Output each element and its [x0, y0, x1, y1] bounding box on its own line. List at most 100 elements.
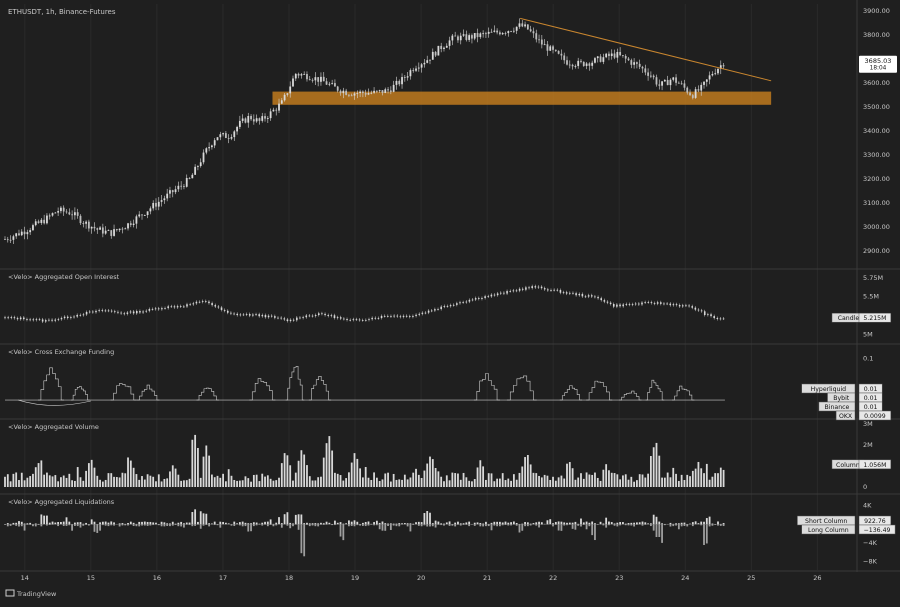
oi-body-39	[127, 313, 129, 314]
oi-body-152	[481, 298, 483, 299]
candle-body-155	[437, 46, 439, 56]
long-liq-bar-168	[474, 524, 476, 526]
oi-body-91	[290, 320, 292, 321]
oi-body-131	[415, 315, 417, 316]
short-liq-bar-175	[493, 522, 495, 524]
candle-body-58	[166, 194, 168, 199]
volume-bar-136	[384, 473, 386, 487]
volume-bar-133	[376, 478, 378, 487]
short-liq-bar-196	[552, 523, 554, 524]
volume-bar-80	[228, 469, 230, 487]
candle-body-130	[368, 93, 370, 94]
candle-body-35	[102, 227, 104, 233]
candle-body-108	[306, 74, 308, 79]
oi-body-225	[710, 314, 712, 316]
short-liq-bar-6	[21, 522, 23, 524]
candle-body-29	[85, 222, 87, 224]
candle-body-53	[152, 203, 154, 208]
long-liq-bar-178	[502, 524, 504, 525]
oi-body-126	[400, 316, 402, 317]
oi-body-138	[437, 309, 439, 310]
volume-bar-137	[387, 473, 389, 487]
oi-body-205	[647, 302, 649, 303]
candle-body-127	[359, 92, 361, 94]
oi-body-106	[337, 317, 339, 318]
oi-body-107	[340, 317, 342, 318]
long-liq-bar-155	[437, 524, 439, 525]
candle-body-10	[32, 225, 34, 230]
long-liq-bar-243	[684, 524, 686, 526]
volume-bar-174	[491, 473, 493, 487]
oi-body-140	[444, 306, 446, 307]
oi-body-13	[45, 320, 47, 321]
volume-bar-107	[303, 455, 305, 487]
short-liq-bar-103	[292, 523, 294, 524]
oi-body-177	[560, 290, 562, 293]
oi-body-123	[390, 316, 392, 317]
oi-body-197	[622, 305, 624, 307]
oi-body-60	[192, 303, 194, 304]
volume-bar-62	[177, 475, 179, 487]
candle-body-189	[533, 31, 535, 33]
candle-body-43	[124, 228, 126, 229]
short-liq-bar-5	[18, 521, 20, 524]
candle-body-244	[686, 88, 688, 93]
oi-body-7	[26, 319, 28, 320]
short-liq-bar-192	[541, 522, 543, 524]
short-liq-bar-140	[396, 524, 398, 525]
short-liq-bar-83	[236, 523, 238, 524]
short-liq-bar-170	[479, 523, 481, 524]
oi-body-185	[585, 296, 587, 297]
volume-bar-115	[326, 443, 328, 487]
candle-body-97	[275, 110, 277, 111]
volume-bar-160	[451, 473, 453, 487]
candle-body-147	[415, 69, 417, 71]
oi-body-209	[660, 302, 662, 304]
oi-body-1	[7, 317, 9, 318]
short-liq-bar-151	[426, 511, 428, 524]
volume-bar-187	[527, 455, 529, 487]
long-liq-bar-183	[516, 524, 518, 525]
long-liq-bar-73	[208, 524, 210, 526]
volume-bar-25	[74, 481, 76, 487]
candle-body-232	[653, 76, 655, 77]
volume-bar-128	[362, 477, 364, 487]
volume-bar-114	[323, 458, 325, 487]
short-liq-bar-143	[404, 523, 406, 524]
candle-body-154	[435, 52, 437, 56]
long-liq-bar-226	[636, 524, 638, 525]
long-liq-bar-238	[670, 524, 672, 526]
volume-bar-205	[577, 478, 579, 487]
oi-body-218	[688, 306, 690, 307]
short-liq-bar-20	[60, 522, 62, 524]
long-liq-bar-191	[538, 524, 540, 527]
trading-chart[interactable]: ETHUSDT, 1h, Binance-Futures3900.003800.…	[0, 0, 900, 603]
oi-body-207	[654, 303, 656, 304]
volume-bar-134	[379, 481, 381, 487]
volume-bar-140	[396, 480, 398, 487]
oi-body-97	[309, 316, 311, 317]
volume-bar-48	[138, 480, 140, 487]
chart-svg[interactable]: ETHUSDT, 1h, Binance-Futures3900.003800.…	[0, 0, 900, 603]
oi-body-75	[240, 315, 242, 316]
candle-body-136	[384, 89, 386, 93]
long-liq-bar-124	[351, 524, 353, 526]
candle-body-158	[446, 46, 448, 48]
volume-bar-27	[80, 477, 82, 487]
candle-body-169	[477, 33, 479, 37]
long-liq-bar-102	[289, 524, 291, 528]
short-liq-bar-232	[653, 515, 655, 524]
volume-tick-0: 3M	[863, 420, 873, 428]
long-liq-bar-224	[630, 524, 632, 525]
candle-body-54	[155, 203, 157, 207]
oi-body-146	[462, 302, 464, 303]
oi-body-113	[359, 320, 361, 321]
long-liq-bar-96	[273, 524, 275, 526]
oi-body-162	[513, 290, 515, 291]
oi-body-202	[638, 304, 640, 305]
long-liq-bar-140	[396, 524, 398, 526]
oi-body-181	[572, 293, 574, 294]
oi-body-32	[105, 310, 107, 311]
short-liq-bar-191	[538, 522, 540, 524]
oi-body-216	[682, 305, 684, 306]
